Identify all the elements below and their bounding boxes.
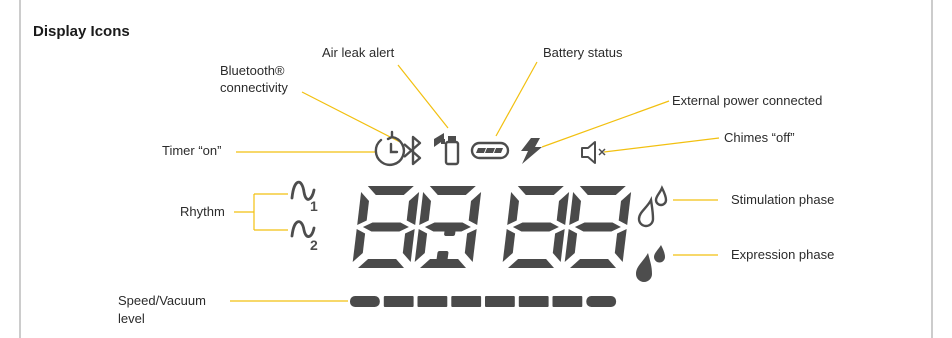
digit-3-segment-e — [502, 229, 516, 262]
chimes-label: Chimes “off” — [724, 130, 795, 145]
digit-2-segment-c — [464, 229, 477, 262]
display-icons-diagram: 1 2 Display Icons Bluetooth® connectivit… — [0, 0, 952, 338]
rhythm-label: Rhythm — [180, 204, 225, 219]
digit-3-segment-g — [512, 222, 559, 232]
leader-line-rhythm — [234, 193, 288, 231]
digit-4-segment-a — [579, 186, 626, 195]
digit-2-segment-f — [419, 192, 431, 225]
lightning-icon — [521, 138, 542, 164]
colon-dot-top — [444, 225, 457, 236]
colon-dot-bottom — [436, 251, 449, 262]
leader-line-chimes — [603, 137, 720, 153]
external-power-label: External power connected — [672, 93, 823, 108]
leader-line-external-power — [541, 100, 670, 148]
digit-4-segment-c — [614, 229, 627, 262]
digit-4-segment-e — [564, 229, 578, 262]
digit-2-segment-e — [414, 229, 428, 262]
digit-1 — [352, 186, 420, 268]
digit-1-segment-d — [358, 259, 404, 268]
digit-3-segment-c — [552, 229, 565, 262]
frame — [19, 0, 933, 338]
speed-label-line1: Speed/Vacuum — [118, 293, 206, 308]
battery-icon — [470, 141, 510, 160]
rhythm-wave-2-icon — [290, 220, 316, 238]
digit-1-segment-b — [406, 192, 420, 225]
digit-4-segment-g — [574, 222, 621, 232]
stimulation-label: Stimulation phase — [731, 192, 835, 207]
speed-level-segment-1 — [350, 296, 380, 307]
diagram-canvas: 1 2 — [19, 0, 933, 338]
digit-1-segment-e — [352, 229, 366, 262]
speed-vacuum-level-bar — [350, 296, 617, 307]
speed-level-segment-2 — [383, 296, 414, 307]
air-leak-icon — [434, 133, 460, 166]
leader-line-battery — [495, 61, 538, 137]
battery-label: Battery status — [543, 45, 623, 60]
clock-icon — [374, 130, 405, 167]
speed-level-segment-4 — [451, 296, 482, 307]
rhythm-number-1: 1 — [310, 198, 318, 214]
digit-3-segment-b — [556, 192, 570, 225]
speed-level-segment-6 — [518, 296, 549, 307]
rhythm-number-2: 2 — [310, 237, 318, 253]
digit-2-segment-b — [468, 192, 482, 225]
leader-line-air-leak — [397, 64, 449, 129]
bluetooth-label-line1: Bluetooth® — [220, 63, 285, 78]
speed-level-segment-3 — [417, 296, 448, 307]
speed-level-segment-8 — [586, 296, 617, 307]
digit-3-segment-d — [508, 259, 554, 268]
seven-segment-display — [352, 186, 632, 268]
timer-label: Timer “on” — [162, 143, 222, 158]
leader-line-bluetooth — [301, 91, 401, 143]
speaker-mute-icon — [581, 141, 606, 164]
digit-4-segment-d — [570, 259, 616, 268]
expression-label: Expression phase — [731, 247, 835, 262]
droplet-outline-icon — [637, 185, 668, 228]
rhythm-wave-1-icon — [290, 180, 316, 201]
digit-2-segment-a — [429, 186, 476, 195]
speed-level-segment-7 — [552, 296, 583, 307]
digit-1-segment-f — [357, 192, 369, 225]
digit-1-segment-a — [367, 186, 414, 195]
bluetooth-icon — [403, 135, 422, 166]
droplet-filled-icon — [636, 245, 665, 282]
digit-1-segment-c — [402, 229, 415, 262]
digit-4-segment-b — [618, 192, 632, 225]
digit-3 — [502, 186, 570, 268]
digit-3-segment-a — [517, 186, 564, 195]
speed-level-segment-5 — [485, 296, 515, 307]
digit-3-segment-f — [507, 192, 519, 225]
air-leak-label: Air leak alert — [322, 45, 395, 60]
digit-1-segment-g — [362, 222, 409, 232]
bluetooth-label-line2: connectivity — [220, 80, 288, 95]
speed-label-line2: level — [118, 311, 145, 326]
digit-4 — [564, 186, 632, 268]
page-title: Display Icons — [33, 23, 130, 40]
digit-4-segment-f — [569, 192, 581, 225]
